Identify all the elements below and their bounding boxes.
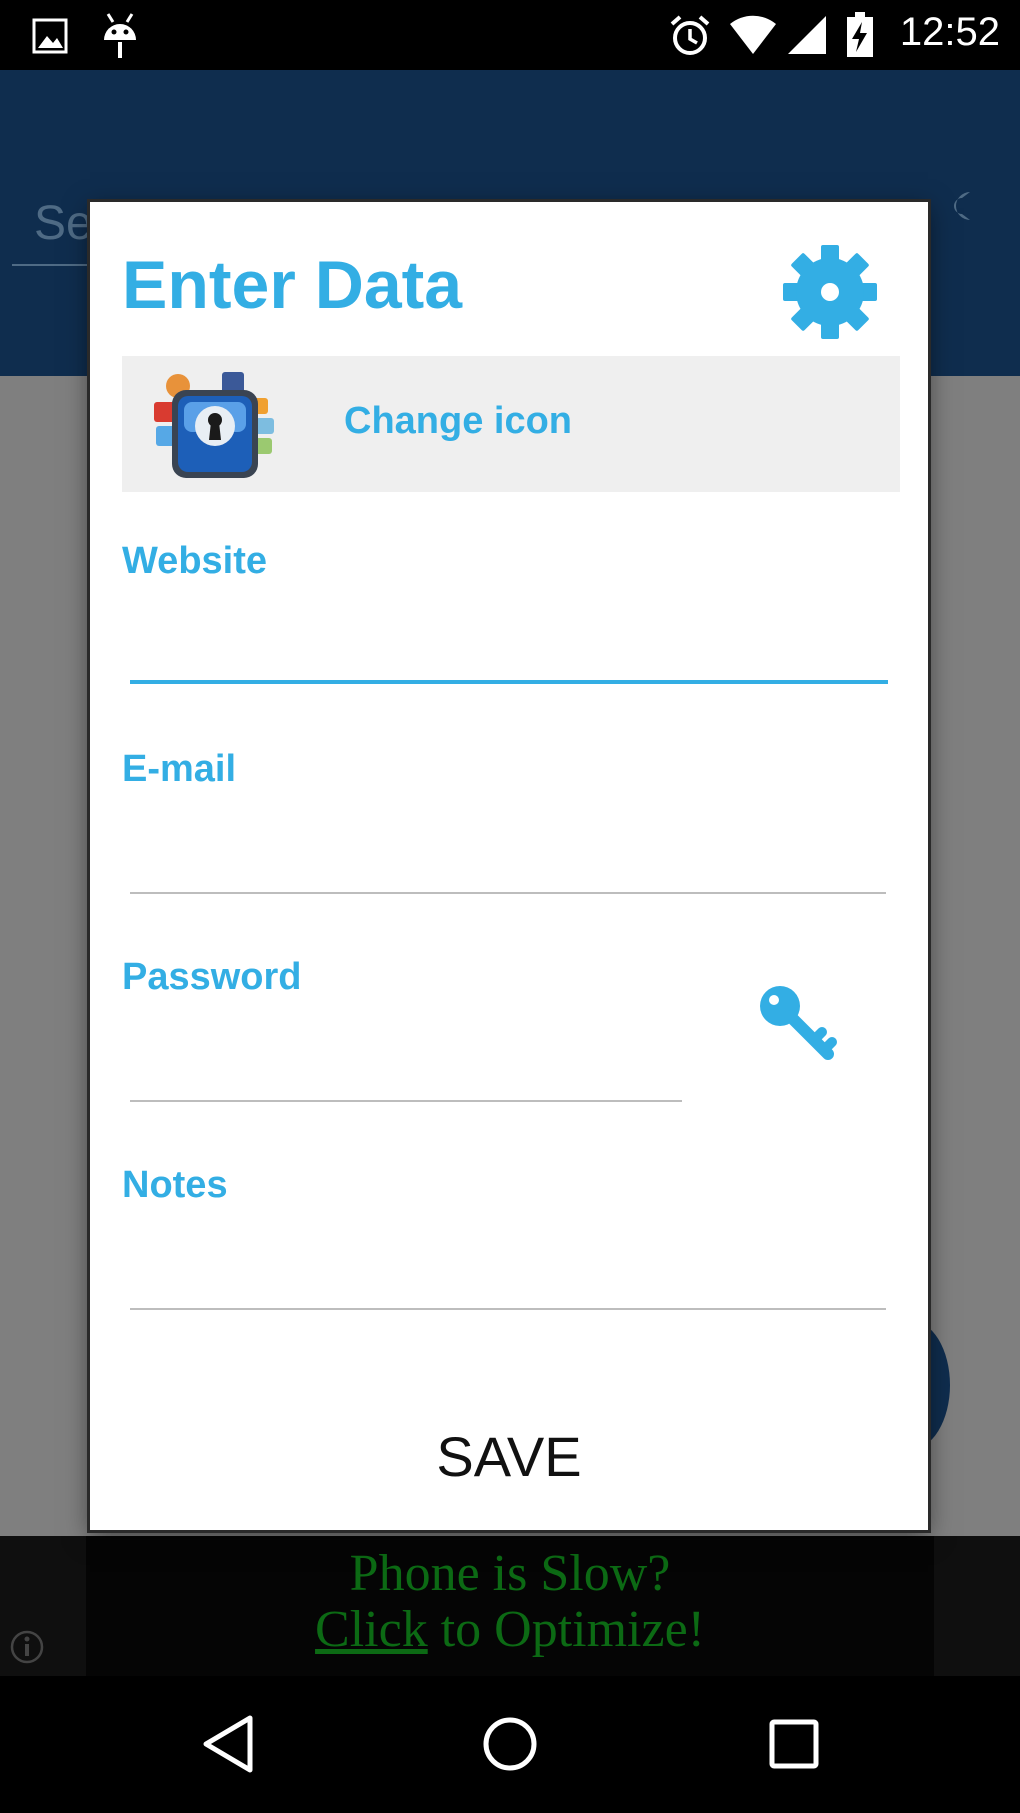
ad-banner[interactable]: Phone is Slow? Click to Optimize!	[86, 1536, 934, 1676]
ad-subline: Click to Optimize!	[86, 1602, 934, 1658]
ad-click-link[interactable]: Click	[315, 1601, 428, 1658]
back-icon[interactable]	[198, 1712, 258, 1781]
android-icon	[100, 12, 140, 65]
image-icon	[30, 16, 70, 61]
email-label: E-mail	[122, 748, 237, 790]
info-icon[interactable]	[10, 1630, 44, 1669]
dialog-title: Enter Data	[122, 247, 463, 323]
alarm-icon	[668, 14, 712, 63]
status-time: 12:52	[899, 10, 1000, 54]
recents-icon[interactable]	[764, 1712, 824, 1781]
wrench-icon[interactable]	[930, 186, 976, 237]
gear-icon[interactable]	[778, 240, 882, 349]
password-manager-app-icon[interactable]	[152, 366, 280, 487]
status-bar: 12:52	[0, 0, 1020, 70]
notes-input[interactable]	[130, 1250, 886, 1310]
app-search-field[interactable]: Se	[34, 196, 93, 251]
password-label: Password	[122, 956, 302, 998]
change-icon-row[interactable]: Change icon	[122, 356, 900, 492]
ad-subline-text: to Optimize!	[427, 1601, 705, 1658]
password-input[interactable]	[130, 1042, 682, 1102]
email-input[interactable]	[130, 834, 886, 894]
wifi-icon	[728, 14, 778, 61]
change-icon-label: Change icon	[344, 400, 573, 442]
notes-label: Notes	[122, 1164, 228, 1206]
website-label: Website	[122, 540, 268, 582]
cell-signal-icon	[786, 14, 828, 61]
navigation-bar	[0, 1676, 1020, 1813]
key-icon[interactable]	[756, 982, 840, 1071]
enter-data-dialog: Enter Data Change icon Website E-mail Pa…	[90, 202, 928, 1530]
home-icon[interactable]	[478, 1712, 542, 1781]
battery-charging-icon	[846, 12, 874, 63]
ad-headline: Phone is Slow?	[349, 1545, 671, 1602]
website-input[interactable]	[130, 624, 888, 684]
save-button[interactable]: SAVE	[90, 1406, 928, 1506]
